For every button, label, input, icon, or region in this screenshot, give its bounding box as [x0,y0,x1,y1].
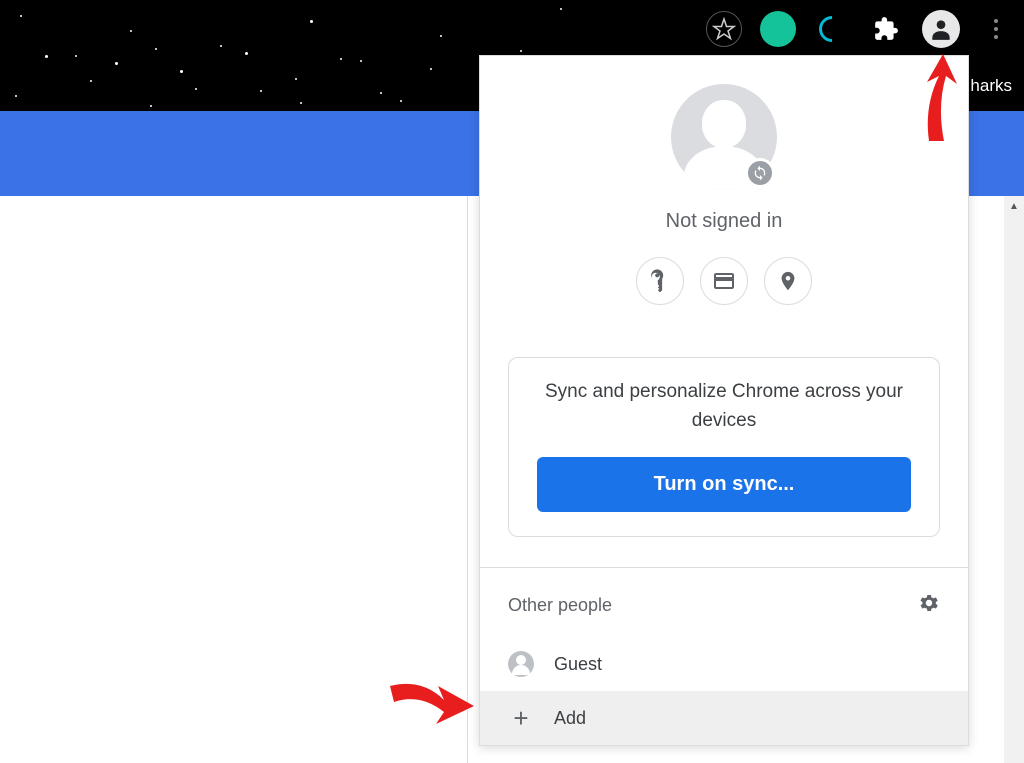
browser-toolbar [706,10,1014,48]
scroll-up-button[interactable]: ▲ [1004,196,1024,216]
extension-ring-icon[interactable] [814,11,850,47]
vertical-scrollbar[interactable]: ▲ [1004,196,1024,763]
guest-icon [508,651,534,677]
add-profile-item[interactable]: + Add [480,691,968,745]
passwords-button[interactable] [636,257,684,305]
grammarly-extension-icon[interactable] [760,11,796,47]
manage-people-button[interactable] [918,592,940,619]
plus-icon: + [508,705,534,731]
turn-on-sync-button[interactable]: Turn on sync... [537,457,911,512]
three-dots-icon [994,19,998,39]
content-panel [0,196,468,763]
profile-menu-header: Not signed in [480,56,968,333]
guest-profile-item[interactable]: Guest [480,637,968,691]
profile-button[interactable] [922,10,960,48]
bookmark-star-button[interactable] [706,11,742,47]
bookmarks-label: harks [970,76,1012,96]
puzzle-icon [873,16,899,42]
other-people-title: Other people [508,595,612,616]
addresses-button[interactable] [764,257,812,305]
person-icon [928,16,954,42]
other-people-section: Other people Guest + Add [480,568,968,745]
profile-menu-popup: Not signed in Sync and personalize Chrom… [479,55,969,746]
extensions-button[interactable] [868,11,904,47]
credit-card-icon [712,269,736,293]
shortcut-buttons-row [500,257,948,305]
signin-status: Not signed in [500,210,948,233]
location-pin-icon [777,270,799,292]
sync-description: Sync and personalize Chrome across your … [537,378,911,435]
gear-icon [918,592,940,614]
payment-methods-button[interactable] [700,257,748,305]
sync-off-badge-icon [745,158,775,188]
star-icon [712,17,736,41]
profile-avatar [671,84,777,190]
add-label: Add [554,708,586,729]
chrome-menu-button[interactable] [978,11,1014,47]
key-icon [648,269,672,293]
sync-card: Sync and personalize Chrome across your … [508,357,940,537]
guest-label: Guest [554,654,602,675]
